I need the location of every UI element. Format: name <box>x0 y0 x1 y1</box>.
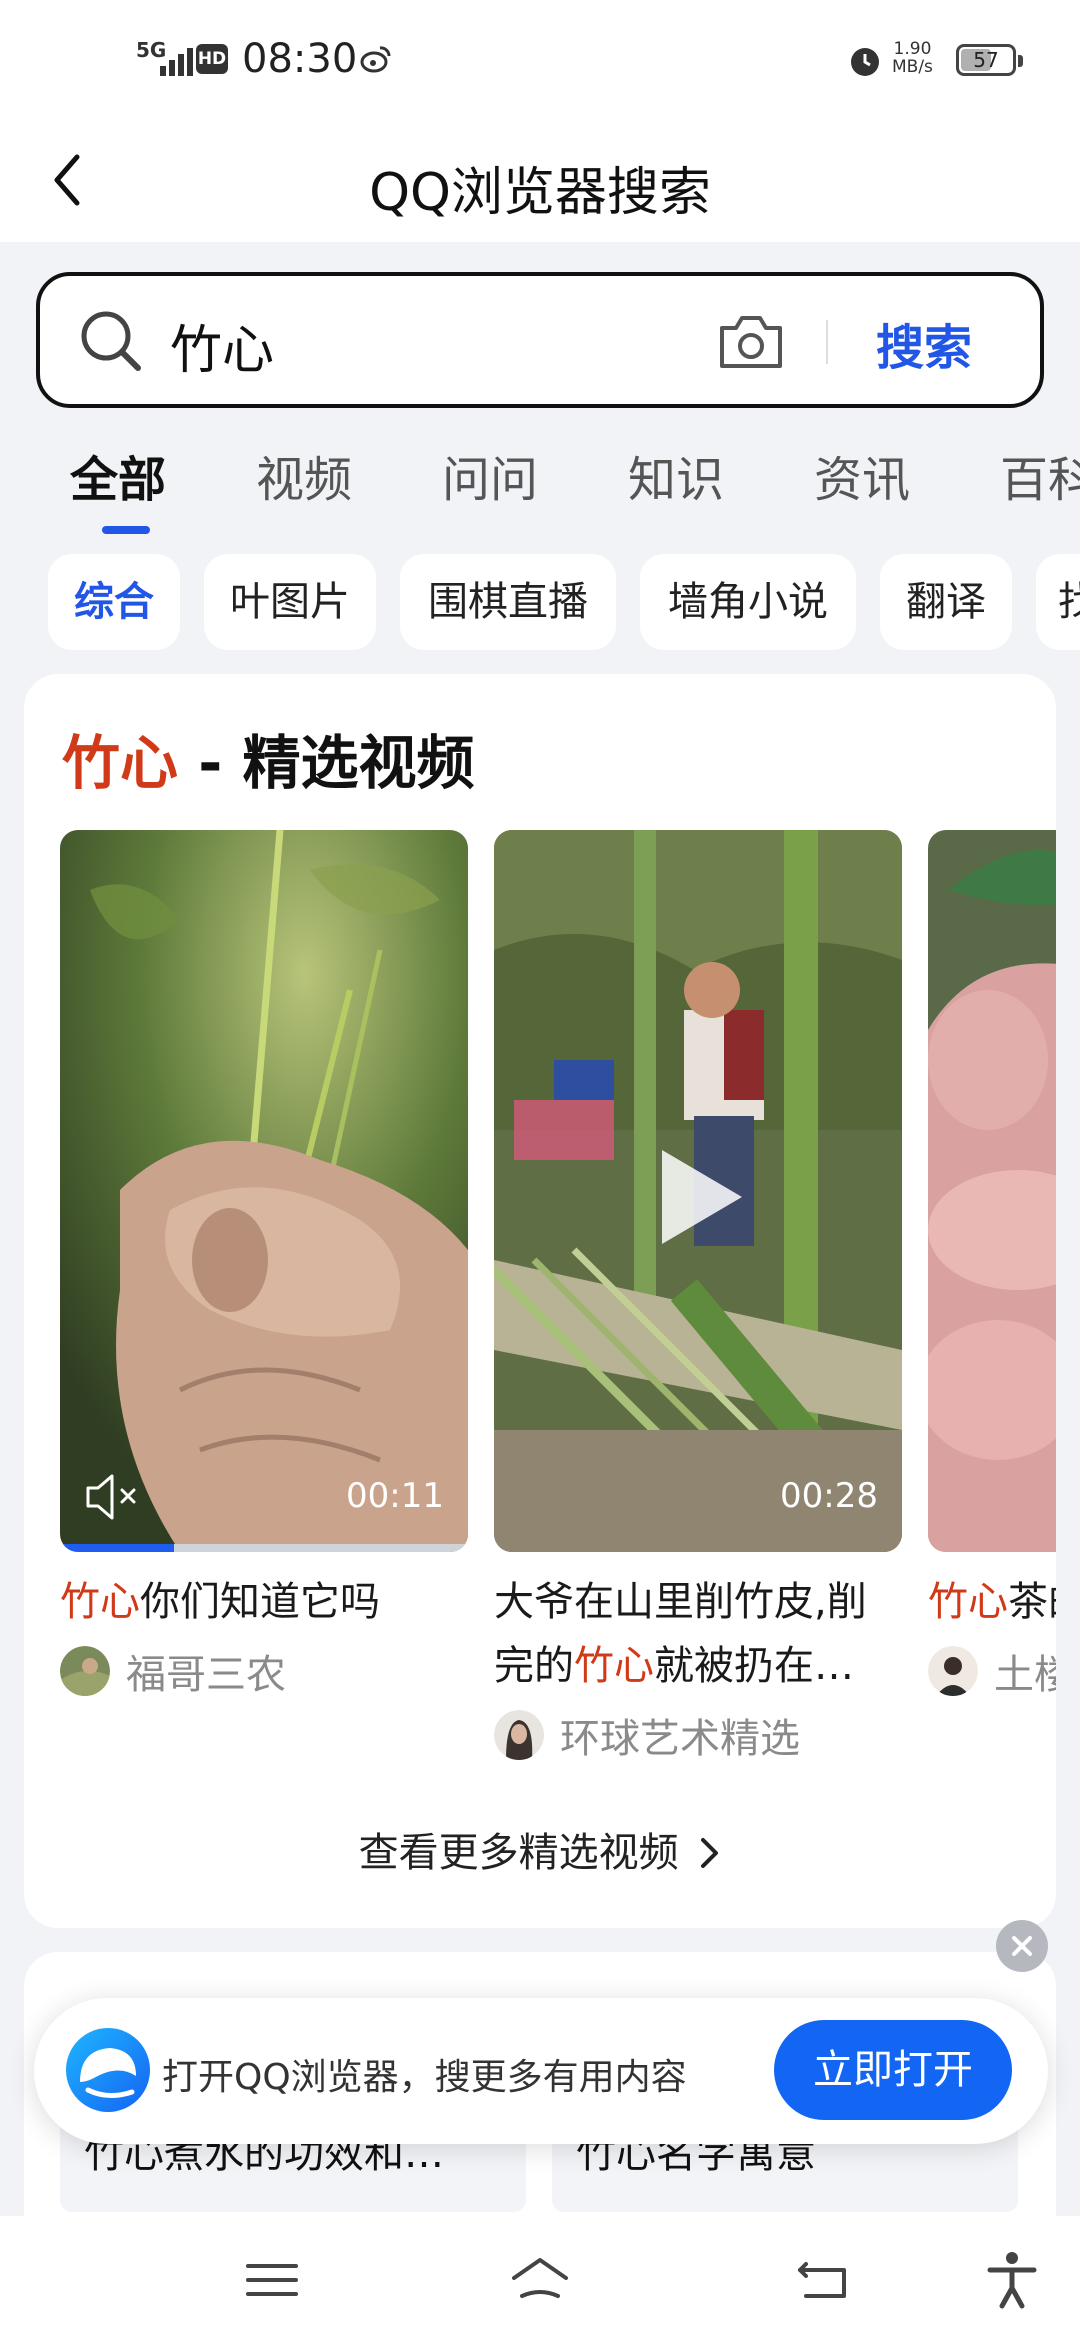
chip-leaf-images[interactable]: 叶图片 <box>204 554 376 650</box>
status-time: 08:30 <box>242 36 358 82</box>
video-thumbnail[interactable] <box>928 830 1056 1552</box>
system-nav-bar <box>0 2216 1080 2340</box>
banner-text: 打开QQ浏览器，搜更多有用内容 <box>162 2057 687 2098</box>
play-icon[interactable] <box>650 1142 750 1252</box>
hd-badge: HD <box>196 44 228 74</box>
video-item[interactable]: 00:28 大爷在山里削竹皮,削完的竹心就被扔在… 环球艺术精选 <box>494 830 902 1764</box>
back-nav-icon[interactable] <box>792 2250 856 2310</box>
qq-browser-logo-icon <box>66 2028 150 2112</box>
battery-icon: 57 <box>956 44 1023 76</box>
video-section-card: 竹心 - 精选视频 00:11 竹心你们知道它吗 福哥三农 00:28 大爷在山… <box>24 674 1056 1928</box>
tab-encyclopedia[interactable]: 百科 <box>1000 440 1080 510</box>
home-icon[interactable] <box>508 2250 572 2310</box>
avatar <box>494 1710 544 1760</box>
video-duration: 00:28 <box>780 1476 878 1516</box>
thumbnail-image <box>60 830 468 1552</box>
video-author[interactable]: 环球艺术精选 <box>494 1706 902 1764</box>
accessibility-icon[interactable] <box>980 2250 1044 2310</box>
open-app-banner[interactable]: 打开QQ浏览器，搜更多有用内容 立即打开 <box>34 1998 1048 2144</box>
tab-video[interactable]: 视频 <box>256 440 352 510</box>
tab-knowledge[interactable]: 知识 <box>628 440 724 510</box>
video-title[interactable]: 大爷在山里削竹皮,削完的竹心就被扔在… <box>494 1570 902 1698</box>
chip-translate[interactable]: 翻译 <box>880 554 1012 650</box>
search-divider <box>826 320 828 364</box>
video-author[interactable]: 福哥三农 <box>60 1642 468 1700</box>
header: QQ浏览器搜索 <box>0 120 1080 242</box>
filter-chips: 综合 叶图片 围棋直播 墙角小说 翻译 找 <box>0 554 1080 652</box>
chip-go-live[interactable]: 围棋直播 <box>400 554 616 650</box>
search-button[interactable]: 搜索 <box>876 308 972 378</box>
close-icon <box>1012 1936 1032 1956</box>
video-progress-fill <box>60 1544 175 1552</box>
avatar <box>60 1646 110 1696</box>
chip-more[interactable]: 找 <box>1036 554 1080 650</box>
search-box[interactable]: 竹心 搜索 <box>36 272 1044 408</box>
search-input[interactable]: 竹心 <box>170 308 274 383</box>
battery-level: 57 <box>973 48 999 72</box>
page-title: QQ浏览器搜索 <box>369 163 711 223</box>
avatar <box>928 1646 978 1696</box>
chevron-right-icon <box>701 1838 719 1868</box>
video-progress <box>60 1544 468 1552</box>
mute-icon[interactable] <box>82 1470 142 1524</box>
weibo-icon <box>360 46 391 73</box>
camera-icon[interactable] <box>716 310 786 372</box>
more-videos-link[interactable]: 查看更多精选视频 <box>24 1820 1056 1878</box>
video-title[interactable]: 竹心茶的 <box>928 1570 1056 1634</box>
chip-comprehensive[interactable]: 综合 <box>48 554 180 650</box>
tab-indicator <box>102 526 150 534</box>
signal-icon <box>160 48 193 76</box>
category-tabs: 全部 视频 问问 知识 资讯 百科 <box>0 440 1080 540</box>
tab-news[interactable]: 资讯 <box>814 440 910 510</box>
thumbnail-image <box>928 830 1056 1552</box>
close-banner-button[interactable] <box>996 1920 1048 1972</box>
status-bar: 5G HD 08:30 1.90 MB/s 57 <box>0 0 1080 120</box>
tab-qa[interactable]: 问问 <box>442 440 538 510</box>
video-item[interactable]: 00:11 竹心你们知道它吗 福哥三农 <box>60 830 468 1700</box>
menu-icon[interactable] <box>240 2250 304 2310</box>
chip-corner-novel[interactable]: 墙角小说 <box>640 554 856 650</box>
alarm-icon <box>851 48 879 76</box>
video-thumbnail[interactable]: 00:11 <box>60 830 468 1552</box>
open-app-button[interactable]: 立即打开 <box>774 2020 1012 2120</box>
video-thumbnail[interactable]: 00:28 <box>494 830 902 1552</box>
video-section-title: 竹心 - 精选视频 <box>62 729 475 797</box>
video-item[interactable]: 竹心茶的 土楼 <box>928 830 1056 1700</box>
network-speed: 1.90 MB/s <box>892 39 933 77</box>
video-author[interactable]: 土楼 <box>928 1642 1056 1700</box>
search-icon <box>81 311 141 371</box>
video-duration: 00:11 <box>346 1476 444 1516</box>
video-title[interactable]: 竹心你们知道它吗 <box>60 1570 468 1634</box>
tab-all[interactable]: 全部 <box>70 440 166 510</box>
